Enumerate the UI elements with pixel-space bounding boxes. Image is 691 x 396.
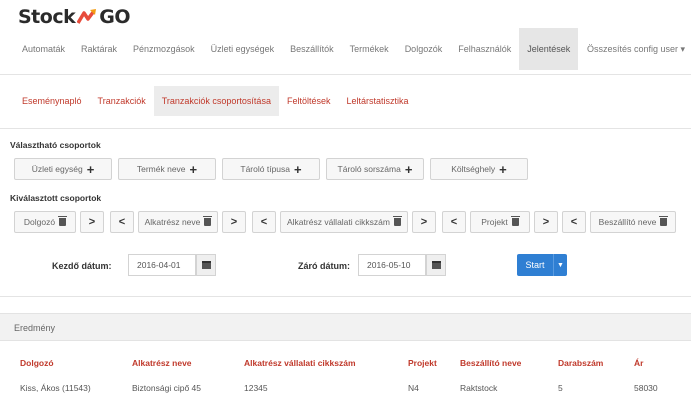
start-button-label: Start xyxy=(525,260,545,270)
group-label: Alkatrész vállalati cikkszám xyxy=(287,217,390,227)
nav-item-raktarak[interactable]: Raktárak xyxy=(73,28,125,70)
add-group-uzleti-egyseg-button[interactable]: Üzleti egység + xyxy=(14,158,112,180)
column-header-dolgozo[interactable]: Dolgozó xyxy=(20,358,54,368)
move-left-button[interactable]: < xyxy=(110,211,134,233)
tab-leltarstatisztika[interactable]: Leltárstatisztika xyxy=(338,86,416,116)
group-label: Üzleti egység xyxy=(31,164,83,174)
tabs-divider xyxy=(0,128,691,129)
trash-icon[interactable] xyxy=(392,216,402,226)
table-cell-alkatresz-neve: Biztonsági cipő 45 xyxy=(132,383,201,393)
group-label: Alkatrész neve xyxy=(144,217,201,227)
column-header-darabszam[interactable]: Darabszám xyxy=(558,358,603,368)
tab-tranzakciok[interactable]: Tranzakciók xyxy=(90,86,154,116)
logo-mark-icon xyxy=(76,9,97,25)
nav-item-felhasznalok[interactable]: Felhasználók xyxy=(450,28,519,70)
nav-divider xyxy=(0,74,691,75)
nav-item-jelentesek[interactable]: Jelentések xyxy=(519,28,579,70)
add-group-termek-neve-button[interactable]: Termék neve + xyxy=(118,158,216,180)
table-cell-beszallito: Raktstock xyxy=(460,383,498,393)
end-date-input[interactable]: 2016-05-10 xyxy=(358,254,426,276)
table-cell-projekt: N4 xyxy=(408,383,419,393)
chevron-right-icon: > xyxy=(88,216,96,228)
nav-item-dolgozok[interactable]: Dolgozók xyxy=(397,28,451,70)
calendar-icon xyxy=(201,261,211,269)
start-date-calendar-button[interactable] xyxy=(196,254,216,276)
plus-icon: + xyxy=(499,161,507,177)
selected-group-alkatresz-neve: Alkatrész neve xyxy=(138,211,218,233)
move-left-button[interactable]: < xyxy=(252,211,276,233)
tab-tranzakciok-csoportositasa[interactable]: Tranzakciók csoportosítása xyxy=(153,86,279,116)
caret-down-icon[interactable]: ▼ xyxy=(553,254,567,276)
selected-group-beszallito-neve: Beszállító neve xyxy=(590,211,676,233)
group-label: Beszállító neve xyxy=(598,217,657,227)
logo-text-right: GO xyxy=(99,6,130,28)
plus-icon: + xyxy=(86,161,95,177)
table-cell-darabszam: 5 xyxy=(558,383,563,393)
chevron-left-icon: < xyxy=(260,216,268,228)
chevron-left-icon: < xyxy=(570,216,578,228)
nav-item-uzleti-egysegek[interactable]: Üzleti egységek xyxy=(203,28,283,70)
main-nav: Automaták Raktárak Pénzmozgások Üzleti e… xyxy=(0,28,691,70)
plus-icon: + xyxy=(189,161,198,177)
group-label: Dolgozó xyxy=(23,217,56,227)
user-menu[interactable]: Összesítés config user ▾ xyxy=(579,28,691,70)
table-cell-cikkszam: 12345 xyxy=(244,383,268,393)
move-left-button[interactable]: < xyxy=(562,211,586,233)
chevron-left-icon: < xyxy=(118,216,126,228)
group-label: Tároló sorszáma xyxy=(337,164,401,174)
group-label: Termék neve xyxy=(136,164,186,174)
column-header-alkatresz-cikkszam[interactable]: Alkatrész vállalati cikkszám xyxy=(244,358,356,368)
move-left-button[interactable]: < xyxy=(442,211,466,233)
group-label: Költséghely xyxy=(451,164,496,174)
selected-group-projekt: Projekt xyxy=(470,211,530,233)
move-right-button[interactable]: > xyxy=(534,211,558,233)
filters-divider xyxy=(0,296,691,297)
plus-icon: + xyxy=(404,161,413,177)
trash-icon[interactable] xyxy=(510,216,520,226)
move-right-button[interactable]: > xyxy=(80,211,104,233)
nav-item-penzmozgasok[interactable]: Pénzmozgások xyxy=(125,28,203,70)
end-date-label: Záró dátum: xyxy=(298,261,351,271)
tab-feltoltesek[interactable]: Feltöltések xyxy=(279,86,339,116)
chevron-right-icon: > xyxy=(230,216,238,228)
selected-groups-label: Kiválasztott csoportok xyxy=(10,193,102,203)
group-label: Projekt xyxy=(481,217,508,227)
results-header: Eredmény xyxy=(0,313,691,341)
chevron-left-icon: < xyxy=(450,216,458,228)
trash-icon[interactable] xyxy=(58,216,68,226)
plus-icon: + xyxy=(294,161,302,177)
trash-icon[interactable] xyxy=(203,216,213,226)
nav-item-beszallitok[interactable]: Beszállítók xyxy=(282,28,342,70)
selected-group-alkatresz-cikkszam: Alkatrész vállalati cikkszám xyxy=(280,211,408,233)
start-date-input[interactable]: 2016-04-01 xyxy=(128,254,196,276)
nav-item-automatak[interactable]: Automaták xyxy=(14,28,73,70)
chevron-right-icon: > xyxy=(420,216,428,228)
logo-text-left: Stock xyxy=(18,6,76,28)
calendar-icon xyxy=(431,261,441,269)
selected-group-dolgozo: Dolgozó xyxy=(14,211,76,233)
move-right-button[interactable]: > xyxy=(222,211,246,233)
start-date-label: Kezdő dátum: xyxy=(52,261,112,271)
end-date-calendar-button[interactable] xyxy=(426,254,446,276)
move-right-button[interactable]: > xyxy=(412,211,436,233)
column-header-alkatresz-neve[interactable]: Alkatrész neve xyxy=(132,358,192,368)
table-cell-dolgozo: Kiss, Ákos (11543) xyxy=(20,383,91,393)
add-group-tarolo-sorszama-button[interactable]: Tároló sorszáma + xyxy=(326,158,424,180)
start-button[interactable]: Start ▼ xyxy=(517,254,567,276)
table-cell-ar: 58030 xyxy=(634,383,658,393)
trash-icon[interactable] xyxy=(659,216,669,226)
chevron-right-icon: > xyxy=(542,216,550,228)
group-label: Tároló típusa xyxy=(240,164,291,174)
column-header-ar[interactable]: Ár xyxy=(634,358,643,368)
report-tabs: Eseménynapló Tranzakciók Tranzakciók cso… xyxy=(14,86,417,116)
tab-esemenynaplo[interactable]: Eseménynapló xyxy=(14,86,90,116)
available-groups-label: Választható csoportok xyxy=(10,140,101,150)
column-header-beszallito-neve[interactable]: Beszállító neve xyxy=(460,358,521,368)
add-group-koltseghely-button[interactable]: Költséghely + xyxy=(430,158,528,180)
column-header-projekt[interactable]: Projekt xyxy=(408,358,437,368)
add-group-tarolo-tipusa-button[interactable]: Tároló típusa + xyxy=(222,158,320,180)
app-logo[interactable]: Stock GO xyxy=(18,6,130,28)
nav-item-termekek[interactable]: Termékek xyxy=(342,28,397,70)
